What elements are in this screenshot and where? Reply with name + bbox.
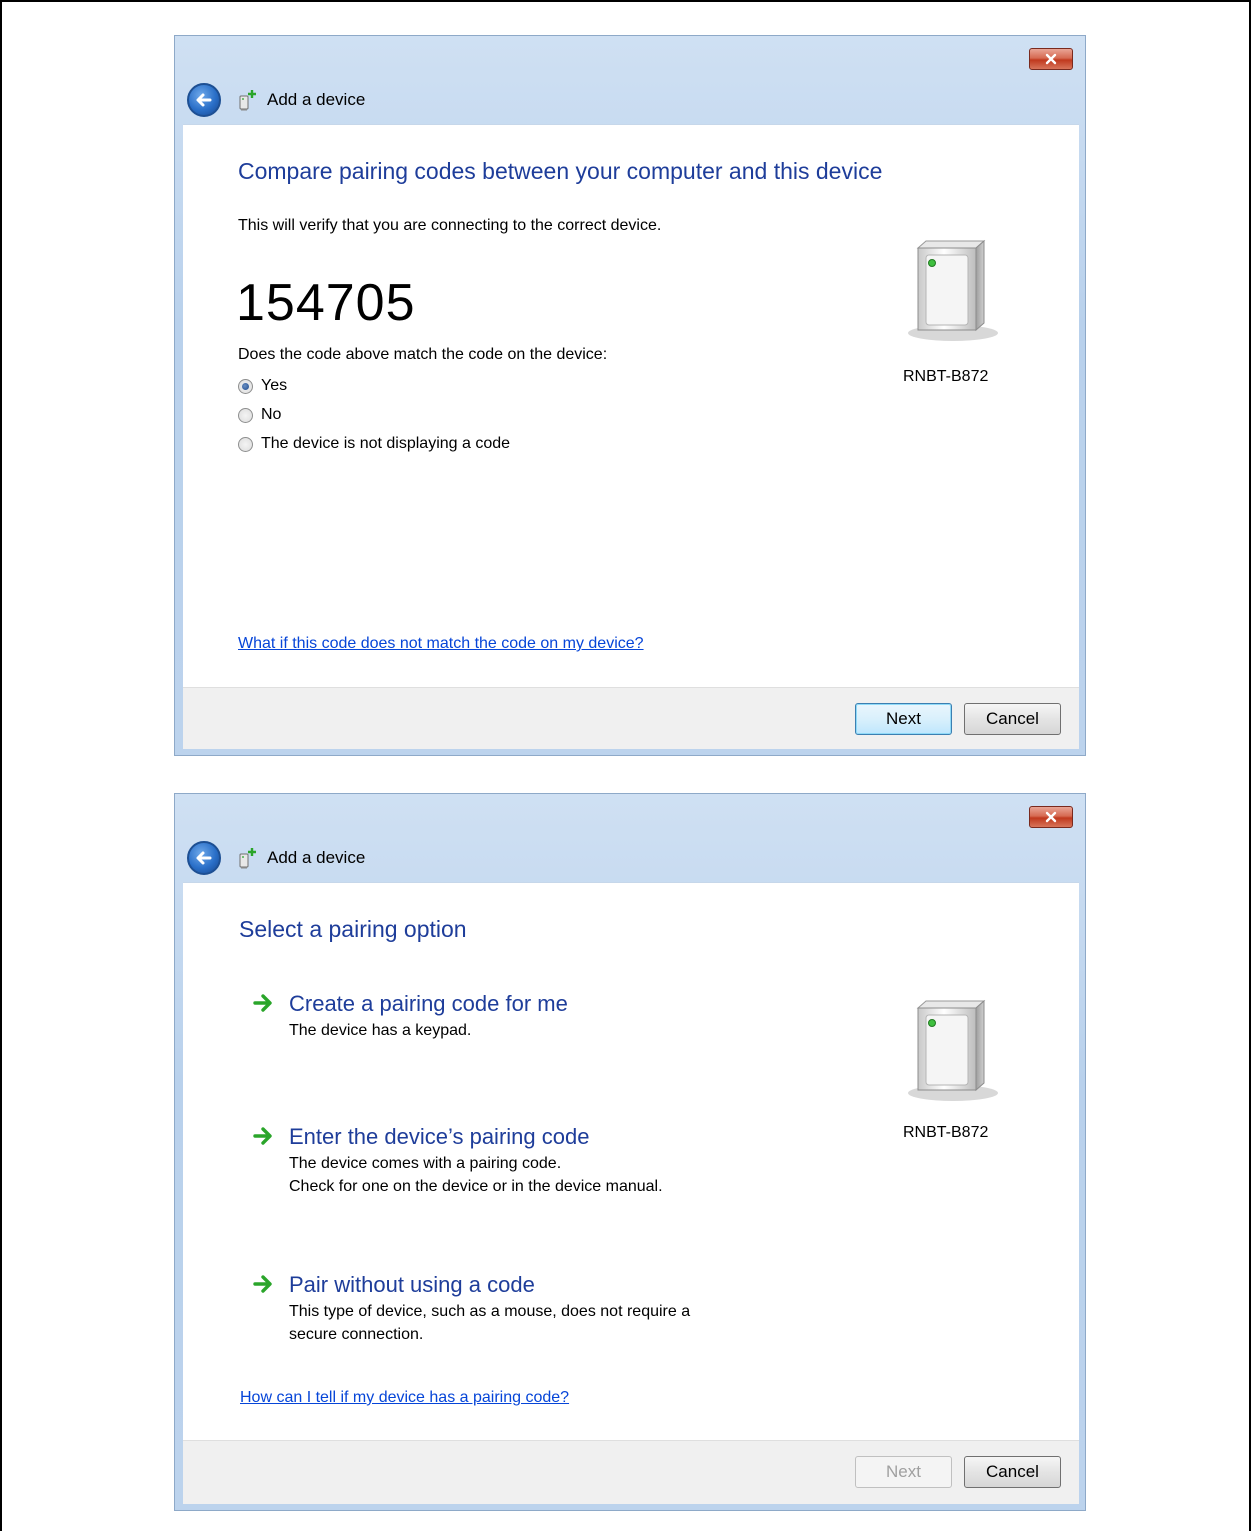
add-device-dialog-pairing-option: Add a device Select a pairing option Cre… xyxy=(174,793,1086,1511)
close-icon xyxy=(1045,811,1057,823)
pairing-code: 154705 xyxy=(236,274,416,332)
option-enter-code[interactable]: Enter the device’s pairing code The devi… xyxy=(253,1124,733,1204)
option-title: Pair without using a code xyxy=(289,1272,535,1297)
radio-button[interactable] xyxy=(238,378,253,394)
back-button[interactable] xyxy=(187,83,221,117)
dialog-footer: Next Cancel xyxy=(183,1440,1079,1504)
dialog-content: Select a pairing option Create a pairing… xyxy=(183,882,1079,1440)
green-arrow-icon xyxy=(253,1275,272,1293)
title-bar: Add a device xyxy=(187,840,365,876)
radio-label: Yes xyxy=(261,377,288,394)
radio-option-no-code[interactable]: The device is not displaying a code xyxy=(238,435,510,453)
radio-label: No xyxy=(261,406,282,423)
radio-option-no[interactable]: No xyxy=(238,406,281,424)
green-arrow-icon xyxy=(253,1127,272,1145)
option-title: Create a pairing code for me xyxy=(289,991,568,1016)
bluetooth-device-icon xyxy=(908,999,998,1101)
next-button[interactable]: Next xyxy=(855,1456,952,1488)
page-heading: Select a pairing option xyxy=(239,916,467,942)
intro-text: This will verify that you are connecting… xyxy=(238,217,662,234)
device-name: RNBT-B872 xyxy=(903,1124,989,1141)
window-title: Add a device xyxy=(267,90,366,109)
device-add-icon xyxy=(239,90,256,111)
radio-option-yes[interactable]: Yes xyxy=(238,377,287,395)
dialog-footer: Next Cancel xyxy=(183,687,1079,749)
back-arrow-icon xyxy=(196,93,212,107)
option-title: Enter the device’s pairing code xyxy=(289,1124,590,1149)
match-question: Does the code above match the code on th… xyxy=(238,346,608,363)
next-button[interactable]: Next xyxy=(855,703,952,735)
title-bar: Add a device xyxy=(187,82,365,118)
dialog-content: Compare pairing codes between your compu… xyxy=(183,124,1079,687)
close-button[interactable] xyxy=(1029,48,1073,70)
green-arrow-icon xyxy=(253,994,272,1012)
bluetooth-device-icon xyxy=(908,239,998,341)
close-icon xyxy=(1045,53,1057,65)
option-description: The device has a keypad. xyxy=(289,1022,472,1039)
option-description: The device comes with a pairing code. xyxy=(289,1155,562,1172)
option-description-line2: secure connection. xyxy=(289,1326,424,1343)
device-add-icon xyxy=(239,848,256,869)
back-button[interactable] xyxy=(187,841,221,875)
cancel-button[interactable]: Cancel xyxy=(964,703,1061,735)
help-link[interactable]: How can I tell if my device has a pairin… xyxy=(240,1389,569,1407)
back-arrow-icon xyxy=(196,851,212,865)
window-title: Add a device xyxy=(267,848,366,867)
radio-label: The device is not displaying a code xyxy=(261,435,511,452)
page-heading: Compare pairing codes between your compu… xyxy=(238,158,883,184)
radio-button[interactable] xyxy=(238,407,253,423)
cancel-button[interactable]: Cancel xyxy=(964,1456,1061,1488)
option-description-line2: Check for one on the device or in the de… xyxy=(289,1178,663,1195)
option-no-code[interactable]: Pair without using a code This type of d… xyxy=(253,1272,733,1352)
add-device-dialog-compare: Add a device Compare pairing codes betwe… xyxy=(174,35,1086,756)
close-button[interactable] xyxy=(1029,806,1073,828)
radio-button[interactable] xyxy=(238,436,253,452)
help-link[interactable]: What if this code does not match the cod… xyxy=(238,635,644,653)
device-name: RNBT-B872 xyxy=(903,368,989,385)
option-description: This type of device, such as a mouse, do… xyxy=(289,1303,691,1320)
option-create-code[interactable]: Create a pairing code for me The device … xyxy=(253,991,733,1071)
